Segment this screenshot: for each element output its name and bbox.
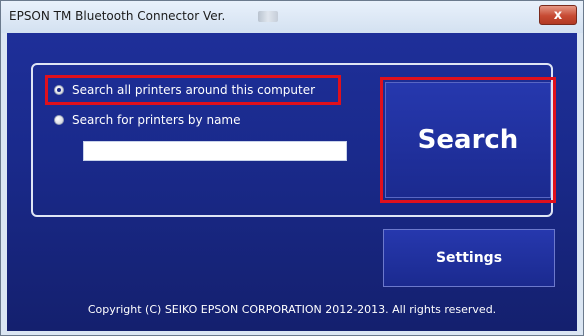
main-panel: Search all printers around this computer…	[7, 33, 577, 331]
version-redaction	[258, 11, 278, 22]
close-button[interactable]: x	[539, 5, 577, 25]
highlight-box-search-all	[45, 75, 341, 105]
window-title: EPSON TM Bluetooth Connector Ver.	[9, 9, 226, 23]
search-button-highlight: Search	[380, 77, 556, 203]
title-bar: EPSON TM Bluetooth Connector Ver. x	[1, 1, 583, 33]
search-button[interactable]: Search	[385, 82, 551, 198]
close-icon: x	[553, 7, 563, 23]
printer-name-input[interactable]	[83, 141, 347, 161]
settings-button[interactable]: Settings	[383, 229, 555, 287]
radio-unselected-icon[interactable]	[54, 115, 64, 125]
app-window: EPSON TM Bluetooth Connector Ver. x Sear…	[0, 0, 584, 336]
copyright-text: Copyright (C) SEIKO EPSON CORPORATION 20…	[87, 303, 497, 316]
radio-search-by-name[interactable]: Search for printers by name	[54, 113, 241, 127]
radio-search-by-name-label: Search for printers by name	[72, 113, 241, 127]
